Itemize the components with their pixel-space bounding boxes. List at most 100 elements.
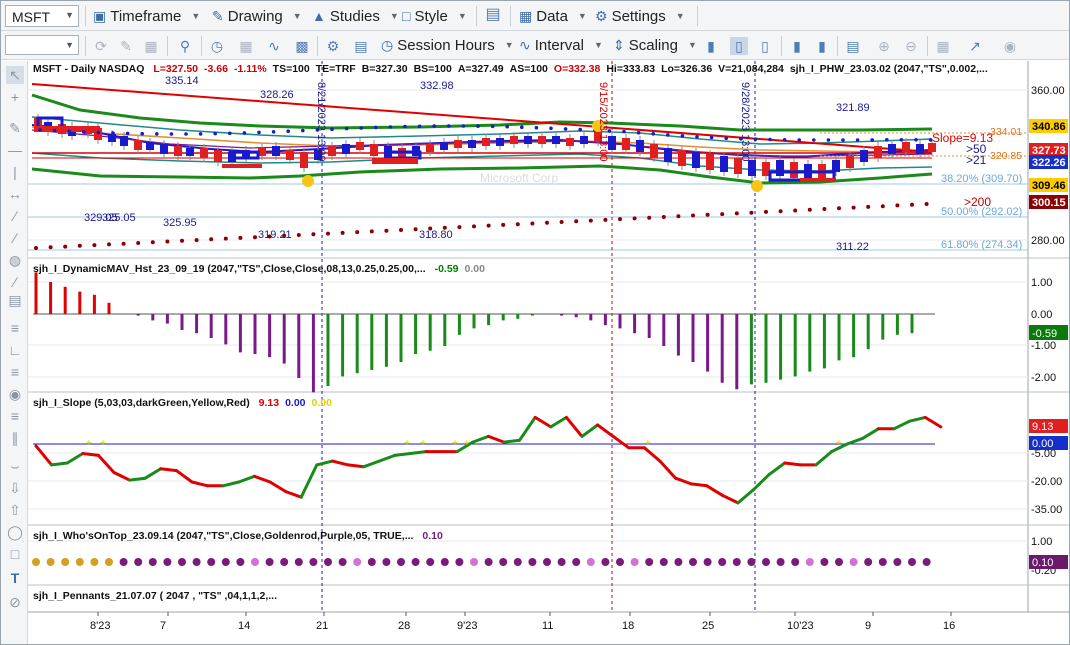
compare-icon[interactable]: ▩ (293, 37, 311, 55)
whos-on-top-dot (586, 558, 595, 566)
header-value: 9.13 (259, 397, 280, 409)
level-label: 334.01 (990, 126, 1022, 138)
whos-on-top-dot (689, 558, 697, 566)
network-icon[interactable]: ◉ (1001, 37, 1019, 55)
grid-icon[interactable]: ▦ (142, 37, 160, 55)
ma200-dot (910, 202, 914, 207)
scaling-label: Scaling (628, 36, 678, 54)
ma200-dot (165, 239, 170, 244)
candle-body (636, 140, 644, 152)
blue-dot (403, 124, 407, 129)
style-menu[interactable]: □ Style ▼ (402, 6, 467, 26)
parallel-lines-icon[interactable]: ∕ (6, 229, 24, 247)
blue-dot (490, 124, 495, 129)
candle-body (174, 146, 182, 156)
eraser-icon[interactable]: ⊘ (6, 593, 24, 611)
time-axis-label: 25 (702, 620, 714, 632)
ma200-dot (559, 220, 564, 224)
zoom-out-icon[interactable]: ⊖ (902, 37, 920, 55)
text-tool-icon[interactable]: T (6, 569, 24, 587)
edit-icon[interactable]: ✎ (117, 37, 135, 55)
interval-menu[interactable]: ∿ Interval ▼ (519, 35, 603, 55)
candlestick-icon[interactable]: ▯ (730, 37, 748, 55)
drawing-menu[interactable]: ✎ Drawing ▼ (212, 6, 302, 26)
ma200-dot (180, 238, 184, 243)
whos-on-top-dot (513, 558, 522, 566)
chart-area[interactable]: Microsoft Corp MSFT - Daily NASDAQ L=327… (28, 61, 1069, 644)
arrow-up-icon[interactable]: ⇧ (6, 501, 24, 519)
ellipse-icon[interactable]: ◯ (6, 523, 24, 541)
channel-icon[interactable]: ∕ (6, 207, 24, 225)
whos-on-top-dot (674, 558, 683, 566)
price-label: 311.22 (836, 241, 869, 253)
fib-label: 38.20% (309.70) (941, 173, 1022, 185)
rectangle-icon[interactable]: □ (6, 545, 24, 563)
chevron-down-icon: ▼ (675, 11, 685, 21)
blue-dot (52, 128, 57, 133)
ma200-dot (296, 233, 301, 237)
blue-dot (213, 131, 217, 136)
header-value: 0.00 (285, 397, 306, 409)
main-toolbar: MSFT ▼ ▣ Timeframe ▼ ✎ Drawing ▼ ▲ Studi… (1, 1, 1069, 31)
candle-body (328, 146, 336, 156)
ma200-dot (340, 230, 345, 235)
time-axis-label: 16 (943, 620, 955, 632)
session-hours-menu[interactable]: ◷ Session Hours ▼ (381, 35, 514, 55)
fib-tool-icon[interactable]: ▤ (6, 287, 24, 313)
whos-on-top-dot (61, 558, 70, 566)
candle-body (846, 156, 854, 168)
add-chart-icon[interactable]: ↗ (966, 37, 984, 55)
scaling-menu[interactable]: ⇕ Scaling ▼ (613, 35, 697, 55)
data-menu[interactable]: ▦ Data ▼ (519, 6, 587, 26)
crosshair-icon[interactable]: + (6, 88, 24, 106)
candle-body (134, 140, 142, 150)
studies-menu[interactable]: ▲ Studies ▼ (312, 6, 399, 26)
histogram-axis-tick: -2.00 (1031, 372, 1056, 384)
gann-icon[interactable]: ◍ (6, 251, 24, 269)
chevron-down-icon: ▼ (65, 40, 74, 50)
fan-icon[interactable]: ∟ (6, 341, 24, 359)
pointer-icon[interactable]: ↖ (6, 66, 24, 84)
toolbar-divider (85, 6, 86, 26)
hollow-candle-icon[interactable]: ▯ (756, 37, 774, 55)
vertical-line-icon[interactable]: | (6, 163, 24, 181)
whos-on-top-dot (46, 558, 55, 566)
indicator-icon[interactable]: ▦ (237, 37, 255, 55)
arc-icon[interactable]: ⌣ (6, 457, 24, 475)
zoom-icon[interactable]: ⚲ (176, 37, 194, 55)
settings-icon[interactable]: ⚙ (324, 37, 342, 55)
properties-icon[interactable]: ▤ (352, 37, 370, 55)
whos-on-top-dot (397, 558, 405, 566)
gauge-icon[interactable]: ≡ (6, 363, 24, 381)
line-chart-icon[interactable]: ∿ (265, 37, 283, 55)
speedometer-icon[interactable]: ◷ (208, 37, 226, 55)
calendar-grid-icon[interactable]: ▦ (934, 37, 952, 55)
volume-bars-icon[interactable]: ▮ (788, 37, 806, 55)
whos-on-top-dot (207, 558, 216, 566)
stack-icon[interactable]: ▤ (844, 37, 862, 55)
symbol-selector[interactable]: MSFT ▼ (5, 5, 79, 27)
arrow-down-icon[interactable]: ⇩ (6, 479, 24, 497)
time-axis-label: 18 (622, 620, 634, 632)
interval-selector[interactable]: ▼ (5, 35, 79, 55)
timeframe-menu[interactable]: ▣ Timeframe ▼ (93, 6, 200, 26)
slope-cross-marker: + (86, 438, 92, 449)
refresh-icon[interactable]: ⟳ (92, 37, 110, 55)
scaling-icon: ⇕ (613, 36, 625, 53)
line-tool-icon[interactable]: ✎ (6, 119, 24, 137)
settings-menu[interactable]: ⚙ Settings ▼ (595, 6, 685, 26)
whos-axis-tick: 1.00 (1031, 536, 1052, 548)
ma200-dot (924, 202, 929, 206)
zoom-in-icon[interactable]: ⊕ (875, 37, 893, 55)
blue-dot (534, 125, 539, 130)
horizontal-line-icon[interactable]: — (6, 141, 24, 159)
pitchfork-icon[interactable]: ∥ (6, 429, 24, 447)
levels-icon[interactable]: ≡ (6, 319, 24, 337)
whos-on-top-dot (630, 558, 639, 566)
target-icon[interactable]: ◉ (6, 385, 24, 403)
bar-chart-icon[interactable]: ▮ (702, 37, 720, 55)
arrows-icon[interactable]: ↔ (6, 185, 24, 203)
cycle-icon[interactable]: ≡ (6, 407, 24, 425)
columns-icon[interactable]: ▮ (813, 37, 831, 55)
layout-icon[interactable]: ▤ (484, 6, 502, 24)
